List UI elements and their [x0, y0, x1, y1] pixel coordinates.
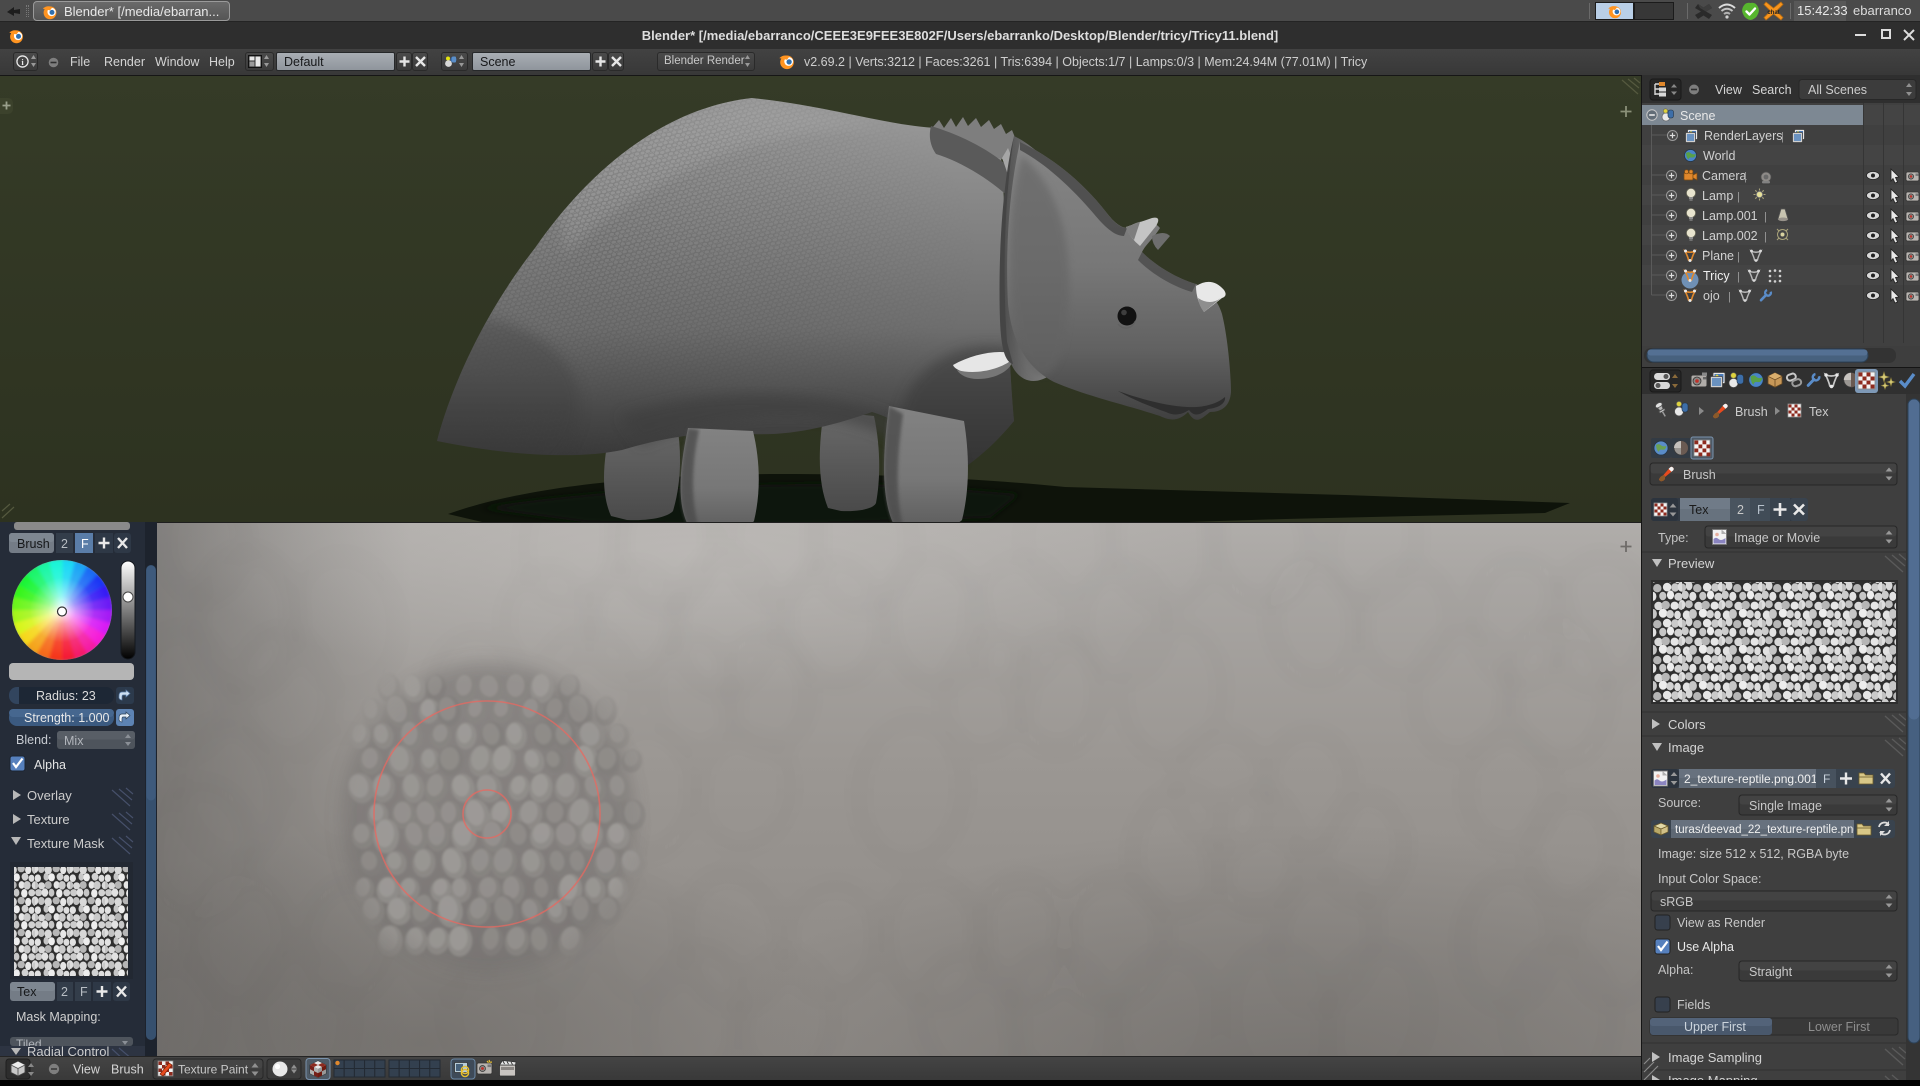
svg-text:Image: size 512 x 512, RGBA by: Image: size 512 x 512, RGBA byte — [1658, 847, 1849, 861]
svg-text:Mask Mapping:: Mask Mapping: — [16, 1010, 101, 1024]
svg-text:ojo: ojo — [1703, 289, 1720, 303]
svg-text:Image: Image — [1668, 740, 1704, 755]
svg-text:All Scenes: All Scenes — [1808, 83, 1867, 97]
svg-text:Scene: Scene — [1680, 109, 1715, 123]
svg-text:View: View — [1715, 83, 1743, 97]
svg-text:|: | — [1781, 131, 1784, 143]
svg-text:RenderLayers: RenderLayers — [1704, 129, 1783, 143]
svg-text:Fields: Fields — [1677, 998, 1710, 1012]
svg-text:turas/deevad_22_texture-reptil: turas/deevad_22_texture-reptile.png — [1675, 824, 1860, 836]
svg-text:Tex: Tex — [17, 985, 37, 999]
svg-text:Use Alpha: Use Alpha — [1677, 940, 1734, 954]
svg-text:View: View — [73, 1063, 101, 1077]
svg-text:F: F — [81, 537, 89, 551]
svg-text:|: | — [1728, 291, 1731, 303]
svg-text:Texture Mask: Texture Mask — [27, 836, 105, 851]
svg-text:i: i — [21, 58, 24, 67]
svg-text:Texture: Texture — [27, 812, 70, 827]
svg-text:Brush: Brush — [1683, 468, 1716, 482]
svg-text:Image Mapping: Image Mapping — [1668, 1073, 1758, 1080]
svg-text:Tricy: Tricy — [1703, 269, 1730, 283]
svg-text:Strength: 1.000: Strength: 1.000 — [24, 711, 110, 725]
svg-text:Lamp.002: Lamp.002 — [1702, 229, 1758, 243]
svg-text:|: | — [1764, 231, 1767, 243]
svg-text:chat: chat — [1767, 10, 1779, 16]
svg-text:Camera: Camera — [1702, 169, 1747, 183]
svg-text:Blend:: Blend: — [16, 733, 51, 747]
svg-text:Preview: Preview — [1668, 556, 1715, 571]
svg-text:|: | — [1744, 171, 1747, 183]
svg-text:sRGB: sRGB — [1660, 895, 1693, 909]
svg-text:Radial Control: Radial Control — [27, 1044, 109, 1056]
svg-text:Lower First: Lower First — [1808, 1020, 1870, 1034]
svg-text:Texture Paint: Texture Paint — [178, 1063, 249, 1077]
svg-text:Input Color Space:: Input Color Space: — [1658, 872, 1762, 886]
svg-text:World: World — [1703, 149, 1735, 163]
svg-text:Lamp: Lamp — [1702, 189, 1733, 203]
svg-text:Plane: Plane — [1702, 249, 1734, 263]
svg-text:Lamp.001: Lamp.001 — [1702, 209, 1758, 223]
svg-text:Alpha: Alpha — [34, 758, 66, 772]
svg-text:Colors: Colors — [1668, 717, 1706, 732]
svg-text:|: | — [1737, 271, 1740, 283]
svg-text:2: 2 — [61, 985, 68, 999]
svg-text:Type:: Type: — [1658, 531, 1689, 545]
svg-text:Image Sampling: Image Sampling — [1668, 1050, 1762, 1065]
svg-text:Brush: Brush — [17, 537, 50, 551]
svg-text:2: 2 — [1737, 503, 1744, 517]
svg-text:Search: Search — [1752, 83, 1792, 97]
svg-text:F: F — [1823, 772, 1830, 786]
svg-text:Tex: Tex — [1689, 503, 1709, 517]
svg-text:Tex: Tex — [1809, 405, 1829, 419]
svg-text:F: F — [80, 985, 88, 999]
svg-text:Upper First: Upper First — [1684, 1020, 1746, 1034]
svg-text:Single Image: Single Image — [1749, 799, 1822, 813]
svg-text:|: | — [1737, 251, 1740, 263]
svg-text:2: 2 — [61, 537, 68, 551]
svg-text:2_texture-reptile.png.001: 2_texture-reptile.png.001 — [1684, 772, 1818, 786]
svg-text:Mix: Mix — [64, 734, 84, 748]
svg-text:View as Render: View as Render — [1677, 916, 1765, 930]
svg-text:Source:: Source: — [1658, 796, 1701, 810]
svg-text:Brush: Brush — [1735, 405, 1768, 419]
svg-text:|: | — [1764, 211, 1767, 223]
svg-text:F: F — [1757, 503, 1765, 517]
svg-text:Radius: 23: Radius: 23 — [36, 689, 96, 703]
svg-text:Overlay: Overlay — [27, 788, 72, 803]
svg-text:Straight: Straight — [1749, 965, 1793, 979]
svg-text:|: | — [1737, 191, 1740, 203]
svg-text:Brush: Brush — [111, 1063, 144, 1077]
svg-text:Image or Movie: Image or Movie — [1734, 531, 1820, 545]
svg-text:Alpha:: Alpha: — [1658, 963, 1693, 977]
